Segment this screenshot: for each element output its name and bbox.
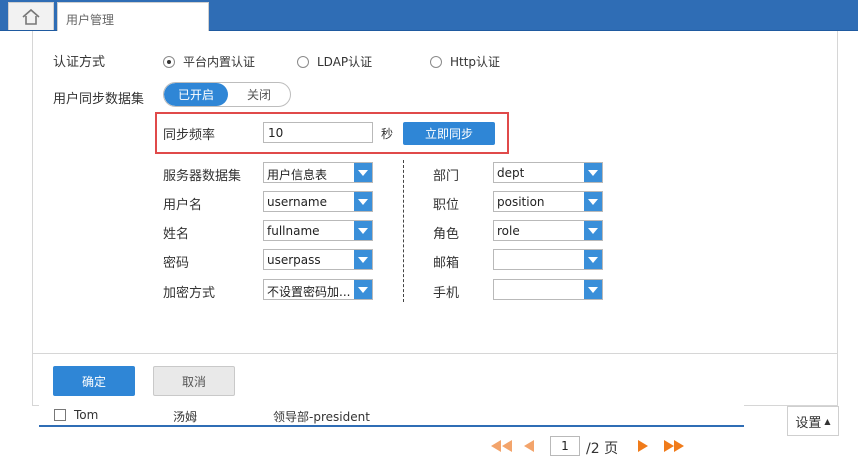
chevron-down-icon <box>584 250 602 269</box>
settings-panel <box>32 31 838 406</box>
sync-now-button[interactable]: 立即同步 <box>403 122 495 145</box>
pager: /2 页 <box>490 436 690 457</box>
field-label-server-dataset: 服务器数据集 <box>163 169 242 184</box>
chevron-down-icon <box>354 192 372 211</box>
column-divider <box>403 160 404 302</box>
table-row <box>39 405 744 427</box>
chevron-down-icon <box>584 221 602 240</box>
footer-divider <box>32 353 838 354</box>
field-label-position: 职位 <box>433 198 460 213</box>
field-label-encryption: 加密方式 <box>163 286 216 301</box>
select-encryption[interactable]: 不设置密码加... <box>263 279 373 300</box>
radio-builtin-auth[interactable]: 平台内置认证 <box>163 53 255 70</box>
chevron-down-icon <box>584 163 602 182</box>
sync-frequency-label: 同步频率 <box>163 128 216 143</box>
chevron-down-icon <box>354 221 372 240</box>
page-total: /2 页 <box>586 441 619 457</box>
field-label-fullname: 姓名 <box>163 227 190 242</box>
chevron-down-icon <box>584 280 602 299</box>
toggle-on[interactable]: 已开启 <box>164 83 228 106</box>
field-label-dept: 部门 <box>433 169 460 184</box>
next-page-icon[interactable] <box>636 438 650 454</box>
select-phone[interactable] <box>493 279 603 300</box>
field-label-password: 密码 <box>163 256 190 271</box>
field-label-username: 用户名 <box>163 198 203 213</box>
cancel-button[interactable]: 取消 <box>153 366 235 396</box>
row-checkbox[interactable] <box>54 409 66 421</box>
home-icon <box>22 8 40 25</box>
first-page-icon[interactable] <box>490 438 514 454</box>
select-username[interactable]: username <box>263 191 373 212</box>
toggle-off[interactable]: 关闭 <box>228 83 290 106</box>
cell-department: 领导部-president <box>273 410 370 424</box>
sync-toggle[interactable]: 已开启 关闭 <box>163 82 291 107</box>
radio-ldap-auth[interactable]: LDAP认证 <box>297 53 372 70</box>
settings-button[interactable]: 设置 ▲ <box>787 406 839 436</box>
prev-page-icon[interactable] <box>522 438 536 454</box>
radio-http-auth[interactable]: Http认证 <box>430 53 500 70</box>
last-page-icon[interactable] <box>662 438 686 454</box>
field-label-email: 邮箱 <box>433 256 460 271</box>
radio-selected-icon <box>163 55 175 68</box>
auth-method-label: 认证方式 <box>53 55 106 70</box>
home-button[interactable] <box>8 2 54 30</box>
select-role[interactable]: role <box>493 220 603 241</box>
page-number-input[interactable] <box>550 436 580 456</box>
tab-user-management[interactable]: 用户管理 <box>57 2 209 32</box>
radio-icon <box>430 55 442 68</box>
sync-frequency-input[interactable] <box>263 122 373 143</box>
chevron-down-icon <box>584 192 602 211</box>
select-server-dataset[interactable]: 用户信息表 <box>263 162 373 183</box>
radio-icon <box>297 55 309 68</box>
chevron-down-icon <box>354 163 372 182</box>
chevron-down-icon <box>354 280 372 299</box>
select-position[interactable]: position <box>493 191 603 212</box>
select-email[interactable] <box>493 249 603 270</box>
field-label-role: 角色 <box>433 227 460 242</box>
select-password[interactable]: userpass <box>263 249 373 270</box>
seconds-unit: 秒 <box>381 127 394 141</box>
sync-dataset-label: 用户同步数据集 <box>53 92 145 107</box>
select-fullname[interactable]: fullname <box>263 220 373 241</box>
select-dept[interactable]: dept <box>493 162 603 183</box>
caret-up-icon: ▲ <box>824 416 831 426</box>
field-label-phone: 手机 <box>433 286 460 301</box>
chevron-down-icon <box>354 250 372 269</box>
confirm-button[interactable]: 确定 <box>53 366 135 396</box>
cell-username: Tom <box>74 408 99 422</box>
cell-realname: 汤姆 <box>173 410 198 424</box>
